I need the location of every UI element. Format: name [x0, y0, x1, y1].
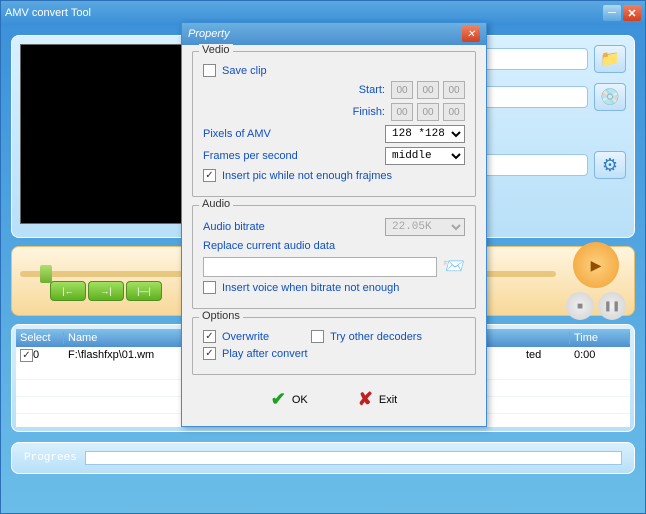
fps-label: Frames per second — [203, 150, 298, 162]
pause-button[interactable]: ❚❚ — [598, 292, 626, 320]
play-after-checkbox[interactable]: ✓ — [203, 347, 216, 360]
x-icon: ✘ — [358, 389, 373, 410]
mark-end-button[interactable]: →| — [88, 281, 124, 301]
fps-select[interactable]: middle — [385, 147, 465, 165]
start-ss[interactable]: 00 — [443, 81, 465, 99]
close-button[interactable]: ✕ — [623, 5, 641, 21]
overwrite-checkbox[interactable]: ✓ — [203, 330, 216, 343]
open-file-button[interactable]: 📁 — [594, 45, 626, 73]
minimize-button[interactable]: ─ — [603, 5, 621, 21]
finish-label: Finish: — [353, 106, 385, 118]
bitrate-label: Audio bitrate — [203, 221, 265, 233]
pixels-label: Pixels of AMV — [203, 128, 271, 140]
col-select[interactable]: Select — [16, 332, 64, 344]
try-decoders-checkbox[interactable] — [311, 330, 324, 343]
insert-pic-checkbox[interactable]: ✓ — [203, 169, 216, 182]
dialog-title: Property — [188, 28, 462, 40]
play-after-label: Play after convert — [222, 348, 308, 360]
options-fieldset: Options ✓ Overwrite Try other decoders ✓… — [192, 317, 476, 375]
options-legend: Options — [199, 310, 243, 322]
start-label: Start: — [359, 84, 385, 96]
row-time: 0:00 — [570, 349, 630, 361]
dialog-titlebar: Property ✕ — [182, 23, 486, 45]
finish-hh[interactable]: 00 — [391, 103, 413, 121]
replace-audio-label: Replace current audio data — [203, 240, 335, 252]
exit-button[interactable]: ✘ Exit — [358, 389, 397, 410]
progress-label: Progrees — [24, 452, 77, 464]
progress-panel: Progrees — [11, 442, 635, 474]
insert-pic-label: Insert pic while not enough frajmes — [222, 170, 392, 182]
check-icon: ✔ — [271, 389, 286, 410]
row-checkbox[interactable]: ✓ — [20, 349, 33, 362]
start-mm[interactable]: 00 — [417, 81, 439, 99]
progress-bar — [85, 451, 622, 465]
property-dialog: Property ✕ Vedio Save clip Start: 00 00 … — [181, 22, 487, 427]
seek-thumb[interactable] — [40, 265, 52, 283]
pixels-select[interactable]: 128 *128 — [385, 125, 465, 143]
start-hh[interactable]: 00 — [391, 81, 413, 99]
dialog-close-button[interactable]: ✕ — [462, 26, 480, 42]
insert-voice-label: Insert voice when bitrate not enough — [222, 282, 399, 294]
finish-ss[interactable]: 00 — [443, 103, 465, 121]
output-folder-button[interactable]: 💿 — [594, 83, 626, 111]
folder-open-icon: 📁 — [600, 49, 620, 69]
bitrate-select: 22.05K — [385, 218, 465, 236]
try-decoders-label: Try other decoders — [330, 331, 422, 343]
overwrite-label: Overwrite — [222, 331, 269, 343]
disc-icon: 💿 — [600, 87, 620, 107]
gear-icon: ⚙ — [602, 155, 618, 176]
audio-file-field[interactable] — [203, 257, 437, 277]
col-time[interactable]: Time — [570, 332, 630, 344]
insert-voice-checkbox[interactable] — [203, 281, 216, 294]
row-ted: ted — [522, 349, 570, 361]
ok-button[interactable]: ✔ OK — [271, 389, 308, 410]
video-legend: Vedio — [199, 44, 233, 56]
finish-mm[interactable]: 00 — [417, 103, 439, 121]
audio-fieldset: Audio Audio bitrate 22.05K Replace curre… — [192, 205, 476, 309]
audio-legend: Audio — [199, 198, 233, 210]
save-clip-label: Save clip — [222, 65, 267, 77]
app-title: AMV convert Tool — [5, 7, 603, 19]
range-button[interactable]: |—| — [126, 281, 162, 301]
video-fieldset: Vedio Save clip Start: 00 00 00 Finish: … — [192, 51, 476, 197]
stop-button[interactable]: ■ — [566, 292, 594, 320]
play-button[interactable]: ▶ — [573, 242, 619, 288]
mark-start-button[interactable]: |← — [50, 281, 86, 301]
save-clip-checkbox[interactable] — [203, 64, 216, 77]
browse-audio-button[interactable]: 📨 — [443, 256, 465, 277]
settings-button[interactable]: ⚙ — [594, 151, 626, 179]
